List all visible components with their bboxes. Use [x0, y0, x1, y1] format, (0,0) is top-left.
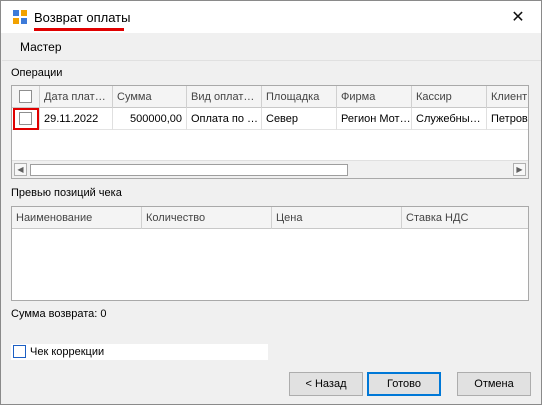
- cell-firm: Регион Мот…: [337, 108, 412, 130]
- row-select-cell: [12, 108, 40, 130]
- header-select-cell: [12, 86, 40, 108]
- window-title: Возврат оплаты: [34, 10, 131, 25]
- operations-label: Операции: [11, 67, 63, 79]
- back-button[interactable]: < Назад: [289, 372, 363, 396]
- scroll-thumb[interactable]: [30, 164, 348, 176]
- preview-header: Наименование Количество Цена Ставка НДС: [12, 207, 528, 229]
- preview-grid: Наименование Количество Цена Ставка НДС: [11, 206, 529, 301]
- cancel-button[interactable]: Отмена: [457, 372, 531, 396]
- horizontal-scrollbar[interactable]: ◀ ▶: [12, 160, 528, 178]
- cell-site: Север: [262, 108, 337, 130]
- col-site[interactable]: Площадка: [262, 86, 337, 108]
- correction-label: Чек коррекции: [30, 346, 105, 358]
- done-button[interactable]: Готово: [367, 372, 441, 396]
- wizard-label: Мастер: [20, 40, 62, 54]
- col-date[interactable]: Дата плат…: [40, 86, 113, 108]
- checkbox-highlight: [13, 108, 39, 130]
- refund-sum: Сумма возврата: 0: [11, 308, 107, 320]
- close-button[interactable]: ✕: [495, 1, 541, 33]
- preview-label: Превью позиций чека: [11, 187, 122, 199]
- select-all-checkbox[interactable]: [19, 90, 32, 103]
- table-row[interactable]: 29.11.2022 500000,00 Оплата по … Север Р…: [12, 108, 528, 130]
- operations-header: Дата плат… Сумма Вид оплат… Площадка Фир…: [12, 86, 528, 108]
- col-cashier[interactable]: Кассир: [412, 86, 487, 108]
- cell-amount: 500000,00: [113, 108, 187, 130]
- cell-cashier: Служебны…: [412, 108, 487, 130]
- scroll-right-icon[interactable]: ▶: [513, 163, 526, 176]
- title-highlight: [34, 28, 124, 31]
- wizard-header: Мастер: [2, 33, 541, 61]
- cell-payment-type: Оплата по …: [187, 108, 262, 130]
- col-price[interactable]: Цена: [272, 207, 402, 229]
- col-payment-type[interactable]: Вид оплат…: [187, 86, 262, 108]
- title-bar: Возврат оплаты ✕: [1, 1, 541, 33]
- close-icon: ✕: [511, 9, 525, 26]
- col-firm[interactable]: Фирма: [337, 86, 412, 108]
- col-name[interactable]: Наименование: [12, 207, 142, 229]
- cell-client: Петров: [491, 113, 528, 125]
- col-quantity[interactable]: Количество: [142, 207, 272, 229]
- correction-checkbox[interactable]: [13, 345, 26, 358]
- cell-date: 29.11.2022: [40, 108, 113, 130]
- refund-dialog: Возврат оплаты ✕ Мастер Операции Дата пл…: [0, 0, 542, 405]
- correction-check-toggle[interactable]: Чек коррекции: [11, 344, 268, 360]
- col-client[interactable]: Клиент: [487, 86, 528, 108]
- operations-grid: Дата плат… Сумма Вид оплат… Площадка Фир…: [11, 85, 529, 179]
- scroll-left-icon[interactable]: ◀: [14, 163, 27, 176]
- col-vat-rate[interactable]: Ставка НДС: [402, 207, 528, 229]
- col-amount[interactable]: Сумма: [113, 86, 187, 108]
- app-icon: [13, 10, 27, 24]
